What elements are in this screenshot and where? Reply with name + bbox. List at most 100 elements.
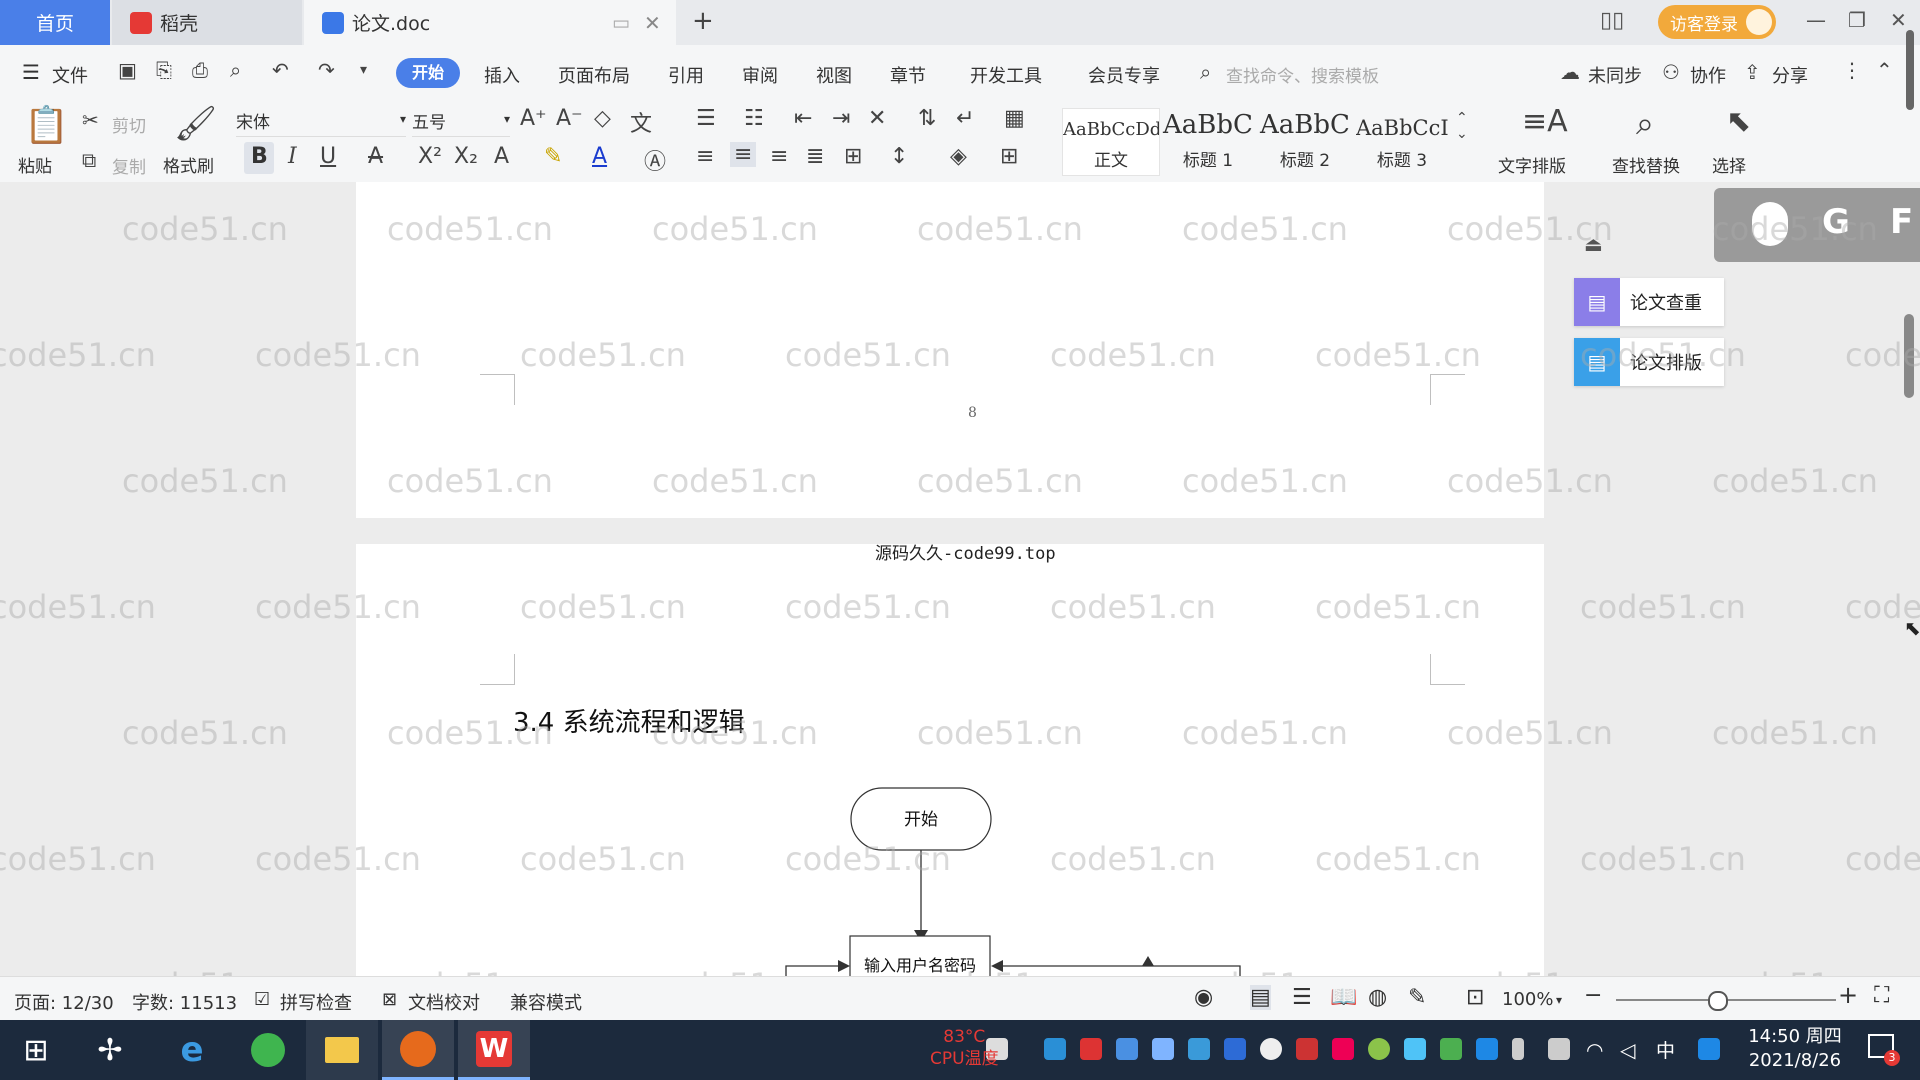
zoom-level[interactable]: 100% <box>1502 989 1553 1010</box>
floating-toolbar[interactable]: G F <box>1714 188 1920 262</box>
close-window-icon[interactable]: ✕ <box>1890 8 1907 32</box>
tray-nvidia-icon[interactable] <box>1440 1038 1462 1060</box>
align-left-icon[interactable]: ≡ <box>696 144 714 169</box>
spell-check-button[interactable]: 拼写检查 <box>280 989 352 1015</box>
tray-app-icon[interactable] <box>1152 1038 1174 1060</box>
menu-devtools[interactable]: 开发工具 <box>970 62 1042 88</box>
decrease-indent-icon[interactable]: ⇤ <box>794 106 812 131</box>
select-button[interactable]: 选择 <box>1712 152 1746 177</box>
highlight-icon[interactable]: ✎ <box>544 144 562 169</box>
undo-icon[interactable]: ↶ <box>272 58 289 82</box>
pin-window-icon[interactable]: ▭ <box>612 12 630 34</box>
italic-icon[interactable]: I <box>288 144 297 169</box>
format-painter-button[interactable]: 格式刷 <box>163 152 214 177</box>
system-clock[interactable]: 14:50 周四 2021/8/26 <box>1740 1025 1850 1073</box>
more-icon[interactable]: ⋮ <box>1842 58 1862 82</box>
scrollbar-thumb[interactable] <box>1904 314 1914 398</box>
tray-app-icon[interactable] <box>1404 1038 1426 1060</box>
style-heading-1[interactable]: AaBbC 标题 1 <box>1162 108 1254 174</box>
web-view-icon[interactable]: ◍ <box>1368 985 1387 1010</box>
restore-icon[interactable]: ❐ <box>1848 8 1866 32</box>
table-icon[interactable]: ▦ <box>1004 106 1025 131</box>
char-border-icon[interactable]: Ⓐ <box>644 144 666 176</box>
eye-protect-icon[interactable]: ◉ <box>1194 985 1213 1010</box>
menu-member[interactable]: 会员专享 <box>1088 62 1160 88</box>
minimize-icon[interactable]: — <box>1806 8 1826 32</box>
tab-daoke[interactable]: 稻壳 <box>112 0 302 45</box>
page-indicator[interactable]: 页面: 12/30 <box>14 989 114 1015</box>
cut-button[interactable]: 剪切 <box>112 112 146 137</box>
close-tab-icon[interactable]: ✕ <box>644 11 661 35</box>
taskbar-app-fan[interactable]: ✢ <box>74 1020 146 1080</box>
fullscreen-icon[interactable]: ⛶ <box>1874 983 1889 1008</box>
panel-collapse-icon[interactable]: ⏏ <box>1584 232 1603 256</box>
borders-icon[interactable]: ⊞ <box>1000 144 1018 169</box>
phonetic-icon[interactable]: 文 <box>630 106 652 138</box>
underline-icon[interactable]: U <box>320 144 336 169</box>
text-layout-button[interactable]: 文字排版 <box>1498 152 1566 177</box>
chinese-layout-icon[interactable]: ✕ <box>868 106 886 131</box>
print-icon[interactable]: ⎙ <box>192 58 208 82</box>
paper-check-button[interactable]: ▤ 论文查重 <box>1574 278 1724 326</box>
tray-search-icon[interactable] <box>1698 1038 1720 1060</box>
taskbar-app-game[interactable] <box>382 1020 454 1080</box>
redo-icon[interactable]: ↷ <box>318 58 335 82</box>
tab-home[interactable]: 首页 <box>0 0 110 45</box>
paste-button[interactable]: 粘贴 <box>18 152 52 177</box>
paper-layout-button[interactable]: ▤ 论文排版 <box>1574 338 1724 386</box>
outline-view-icon[interactable]: ☰ <box>1292 985 1312 1010</box>
superscript-icon[interactable]: X² <box>418 144 442 169</box>
sync-status[interactable]: 未同步 <box>1588 62 1642 88</box>
export-pdf-icon[interactable]: ⎘ <box>156 58 172 82</box>
strikethrough-icon[interactable]: A <box>368 144 383 169</box>
hamburger-icon[interactable]: ☰ <box>22 60 40 84</box>
zoom-in-icon[interactable]: + <box>1838 981 1858 1009</box>
menu-reference[interactable]: 引用 <box>668 62 704 88</box>
tray-bluetooth-icon[interactable] <box>1476 1038 1498 1060</box>
numbered-list-icon[interactable]: ☷ <box>744 106 764 131</box>
zoom-out-icon[interactable]: − <box>1584 983 1602 1008</box>
styles-scroll-icon[interactable]: ⌃ ⌄ <box>1456 110 1468 142</box>
justify-icon[interactable]: ≣ <box>806 144 824 169</box>
tray-battery-icon[interactable] <box>1548 1038 1570 1060</box>
tray-app-icon[interactable] <box>1188 1038 1210 1060</box>
tray-app-icon[interactable] <box>1080 1038 1102 1060</box>
tray-usb-icon[interactable] <box>1512 1038 1524 1060</box>
sort-icon[interactable]: ⇅ <box>918 106 936 131</box>
doc-proof-button[interactable]: 文档校对 <box>408 989 480 1015</box>
decrease-font-icon[interactable]: A⁻ <box>556 106 583 131</box>
chevron-down-icon[interactable]: ▾ <box>1556 993 1562 1007</box>
font-size-select[interactable]: 五号 ▾ <box>412 108 510 137</box>
line-spacing-icon[interactable]: ↕ <box>890 144 908 169</box>
tray-app-icon[interactable] <box>1116 1038 1138 1060</box>
menu-start[interactable]: 开始 <box>396 58 460 88</box>
font-color-icon[interactable]: A <box>592 144 607 169</box>
style-normal[interactable]: AaBbCcDd 正文 <box>1062 108 1160 176</box>
increase-indent-icon[interactable]: ⇥ <box>832 106 850 131</box>
start-button[interactable]: ⊞ <box>0 1020 72 1080</box>
taskbar-app-explorer[interactable] <box>306 1020 378 1080</box>
taskbar-app-browser[interactable] <box>232 1020 304 1080</box>
tray-app-icon[interactable] <box>1296 1038 1318 1060</box>
menu-review[interactable]: 审阅 <box>742 62 778 88</box>
tab-document[interactable]: 论文.doc ▭ ✕ <box>304 0 676 45</box>
guest-login-button[interactable]: 访客登录 <box>1658 5 1776 39</box>
tray-app-icon[interactable] <box>1044 1038 1066 1060</box>
style-heading-3[interactable]: AaBbCcI 标题 3 <box>1356 108 1448 174</box>
tray-wifi-icon[interactable]: ◠ <box>1586 1038 1608 1062</box>
tray-volume-icon[interactable]: ◁ <box>1620 1038 1642 1062</box>
write-mode-icon[interactable]: ✎ <box>1408 985 1426 1010</box>
menu-file[interactable]: 文件 <box>52 62 88 88</box>
tray-app-icon[interactable] <box>1368 1038 1390 1060</box>
tray-bell-icon[interactable] <box>1260 1038 1282 1060</box>
zoom-slider-handle[interactable] <box>1708 991 1728 1011</box>
print-preview-icon[interactable]: ⌕ <box>230 58 241 82</box>
tray-app-icon[interactable] <box>1332 1038 1354 1060</box>
new-tab-icon[interactable]: + <box>692 6 714 36</box>
align-right-icon[interactable]: ≡ <box>770 144 788 169</box>
find-replace-button[interactable]: 查找替换 <box>1612 152 1680 177</box>
quick-access-dropdown-icon[interactable]: ▾ <box>360 62 367 78</box>
menu-page-layout[interactable]: 页面布局 <box>558 62 630 88</box>
bullet-list-icon[interactable]: ☰ <box>696 106 716 131</box>
taskbar-app-ie[interactable]: e <box>156 1020 228 1080</box>
